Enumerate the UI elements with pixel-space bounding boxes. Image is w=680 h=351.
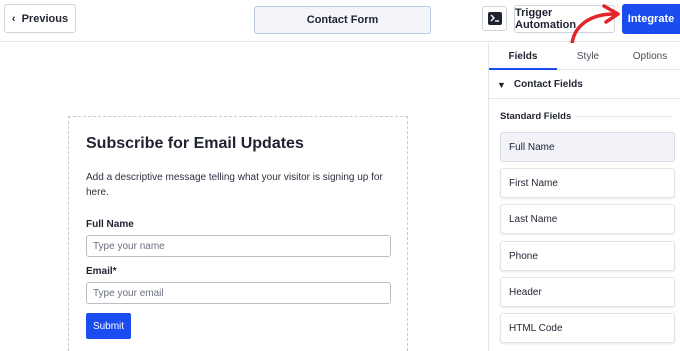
submit-button[interactable]: Submit: [86, 313, 131, 339]
standard-fields-heading: Standard Fields: [500, 111, 572, 122]
field-item-last-name[interactable]: Last Name: [500, 204, 675, 234]
chevron-down-icon: ▼: [497, 79, 506, 90]
trigger-automation-button[interactable]: Trigger Automation: [514, 5, 615, 33]
terminal-icon: [487, 12, 502, 25]
full-name-label: Full Name: [86, 219, 134, 230]
contact-fields-toggle[interactable]: ▼ Contact Fields: [489, 71, 680, 99]
tab-fields[interactable]: Fields: [489, 43, 557, 70]
fields-panel: Fields Style Options ▼ Contact Fields St…: [488, 43, 680, 351]
divider: [575, 116, 673, 117]
field-item-header[interactable]: Header: [500, 277, 675, 307]
form-description: Add a descriptive message telling what y…: [86, 172, 383, 198]
previous-label: Previous: [21, 12, 69, 25]
field-item-first-name[interactable]: First Name: [500, 168, 675, 198]
field-item-html-code[interactable]: HTML Code: [500, 313, 675, 343]
chevron-left-icon: ‹: [11, 12, 16, 25]
previous-button[interactable]: ‹ Previous: [4, 4, 76, 33]
form-canvas: Subscribe for Email Updates Add a descri…: [0, 43, 488, 351]
section-title: Contact Fields: [513, 79, 583, 90]
embed-code-button[interactable]: [482, 6, 507, 31]
integrate-button[interactable]: Integrate: [622, 4, 680, 34]
panel-tabs: Fields Style Options: [489, 43, 680, 70]
active-tab-indicator: [489, 68, 557, 70]
email-label: Email*: [86, 266, 117, 277]
field-item-full-name[interactable]: Full Name: [500, 132, 675, 162]
form-title: Subscribe for Email Updates: [86, 135, 304, 152]
field-item-phone[interactable]: Phone: [500, 241, 675, 271]
form-preview[interactable]: Subscribe for Email Updates Add a descri…: [68, 116, 408, 351]
tab-options[interactable]: Options: [619, 43, 680, 70]
full-name-input[interactable]: Type your name: [86, 235, 391, 257]
top-toolbar: ‹ Previous Contact Form Trigger Automati…: [0, 0, 680, 42]
form-name-field[interactable]: Contact Form: [254, 6, 431, 34]
email-input[interactable]: Type your email: [86, 282, 391, 304]
tab-style[interactable]: Style: [557, 43, 619, 70]
